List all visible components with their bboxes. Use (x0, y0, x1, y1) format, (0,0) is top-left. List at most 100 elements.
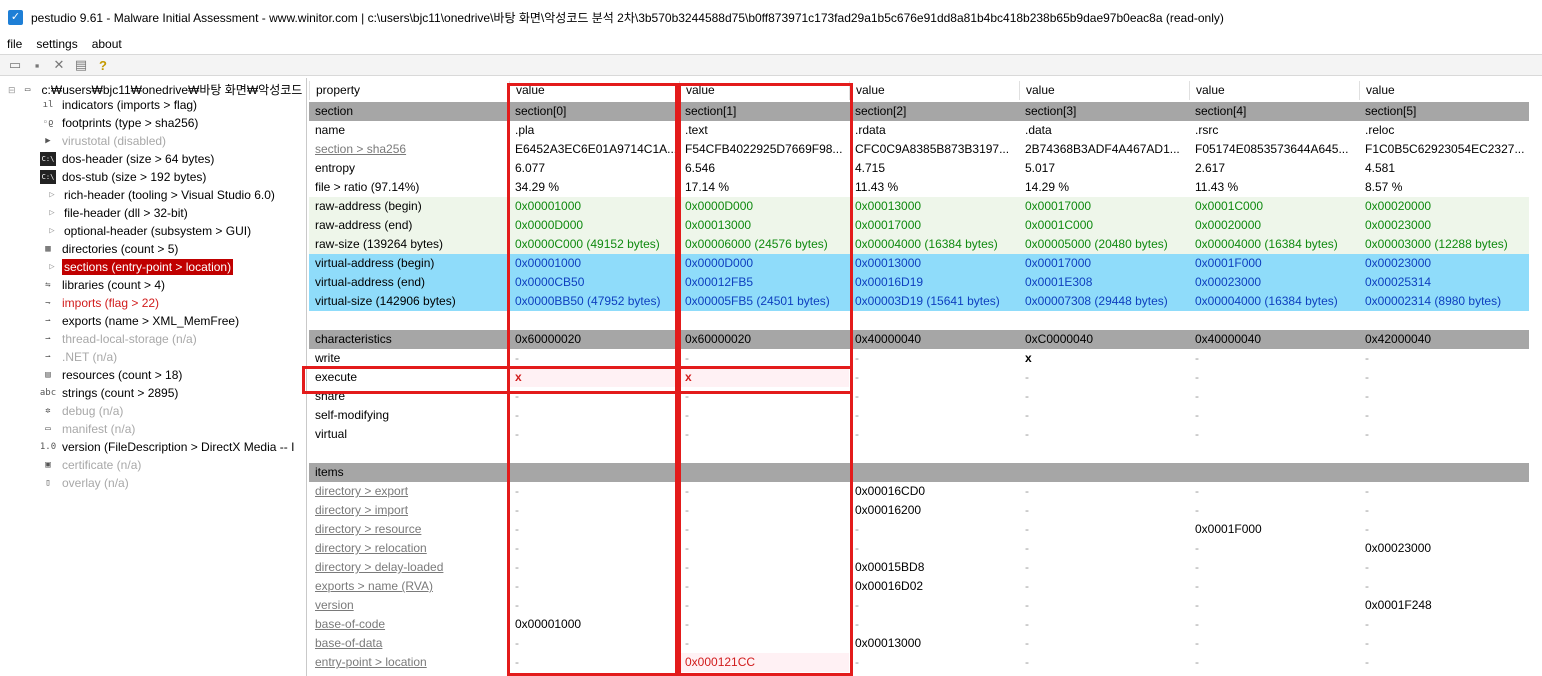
tree-item[interactable]: 1.0 version (FileDescription > DirectX Me… (40, 438, 296, 456)
table-row[interactable] (309, 444, 1529, 463)
row-value: 0x00001000 (509, 197, 679, 216)
tree-item[interactable]: ▷ rich-header (tooling > Visual Studio 6.… (46, 186, 277, 204)
table-row[interactable]: raw-address (end) 0x0000D000 0x00013000 0x0… (309, 216, 1529, 235)
table-row[interactable]: self-modifying - - - - - - (309, 406, 1529, 425)
table-row[interactable]: exports > name (RVA) - - 0x00016D02 - - - (309, 577, 1529, 596)
tree-item[interactable]: C:\ dos-stub (size > 192 bytes) (40, 168, 208, 186)
row-value: - (855, 541, 859, 555)
manifest-icon: ▭ (45, 424, 51, 434)
open-folder-icon[interactable]: ▭ (4, 55, 26, 75)
column-header-value: value (1189, 81, 1359, 100)
table-row[interactable]: raw-size (139264 bytes) 0x0000C000 (49152… (309, 235, 1529, 254)
table-row[interactable]: characteristics 0x60000020 0x60000020 0x400… (309, 330, 1529, 349)
table-header[interactable]: property value value value value value value (309, 81, 1529, 100)
table-row[interactable]: virtual-size (142906 bytes) 0x0000BB50 (4… (309, 292, 1529, 311)
overlay-icon: ▯ (45, 478, 51, 488)
row-value: section[4] (1189, 102, 1359, 121)
row-value: 0x0000C000 (49152 bytes) (509, 235, 679, 254)
table-row[interactable]: file > ratio (97.14%) 34.29 % 17.14 % 11.43… (309, 178, 1529, 197)
expand-icon[interactable]: ▷ (46, 206, 58, 220)
tree-item[interactable]: ▤ resources (count > 18) (40, 366, 184, 384)
tree-item[interactable]: ▶ virustotal (disabled) (40, 132, 168, 150)
row-value: F05174E0853573644A645... (1195, 142, 1349, 156)
table-row[interactable]: raw-address (begin) 0x00001000 0x0000D000 0… (309, 197, 1529, 216)
tree-item[interactable]: ✲ debug (n/a) (40, 402, 125, 420)
table-row[interactable]: write - - - x - - (309, 349, 1529, 368)
table-row[interactable]: directory > import - - 0x00016200 - - - (309, 501, 1529, 520)
row-value: 0x00012FB5 (679, 273, 849, 292)
close-icon[interactable]: ✕ (48, 55, 70, 75)
table-row[interactable]: name .pla .text .rdata .data .rsrc .reloc (309, 121, 1529, 140)
row-value: - (1025, 655, 1029, 669)
table-row[interactable]: base-of-data - - 0x00013000 - - - (309, 634, 1529, 653)
help-icon[interactable]: ? (92, 55, 114, 75)
expand-icon[interactable]: ▷ (46, 260, 58, 274)
row-value: 0x00004000 (16384 bytes) (849, 235, 1019, 254)
row-value: - (515, 636, 519, 650)
row-value: 14.29 % (1025, 180, 1070, 194)
tree-item[interactable]: ▣ certificate (n/a) (40, 456, 143, 474)
tree-item[interactable]: ▭ manifest (n/a) (40, 420, 137, 438)
table-row[interactable]: base-of-code 0x00001000 - - - - - (309, 615, 1529, 634)
table-row[interactable]: entropy 6.077 6.546 4.715 5.017 2.617 4.581 (309, 159, 1529, 178)
table-row[interactable]: version - - - - - 0x0001F248 (309, 596, 1529, 615)
tree-item[interactable]: ◦ϱ footprints (type > sha256) (40, 114, 200, 132)
table-row[interactable]: entry-point > location -0x000121CC - - - - (309, 653, 1529, 672)
row-value: 6.077 (515, 161, 546, 175)
tree-item[interactable]: ⇀ exports (name > XML_MemFree) (40, 312, 241, 330)
tree-item[interactable]: abc strings (count > 2895) (40, 384, 180, 402)
table-row[interactable]: virtual - - - - - - (309, 425, 1529, 444)
table-row[interactable]: directory > relocation - - - - - 0x00023000 (309, 539, 1529, 558)
row-property: version (315, 598, 354, 612)
tree-item-label: libraries (count > 4) (62, 278, 166, 292)
tree-item[interactable]: ▷ sections (entry-point > location) (46, 258, 234, 276)
table-row[interactable]: virtual-address (end) 0x0000CB50 0x00012FB… (309, 273, 1529, 292)
bars-icon: ıl (42, 100, 54, 110)
row-value: - (515, 522, 519, 536)
expand-icon[interactable]: ▷ (46, 188, 58, 202)
row-value: - (1195, 427, 1199, 441)
table-row[interactable]: section section[0] section[1] section[2] sec… (309, 102, 1529, 121)
tree-item[interactable]: ıl indicators (imports > flag) (40, 96, 199, 114)
tree-item-label: overlay (n/a) (62, 476, 129, 490)
menu-about[interactable]: about (85, 37, 129, 51)
document-icon[interactable]: ▤ (70, 55, 92, 75)
tree-item[interactable]: ⇀ .NET (n/a) (40, 348, 119, 366)
table-row[interactable]: share - - - - - - (309, 387, 1529, 406)
table-row[interactable]: directory > resource - - - - 0x0001F000 - (309, 520, 1529, 539)
table-row[interactable]: execute x x - - - - (309, 368, 1529, 387)
table-row[interactable] (309, 311, 1529, 330)
tree-item[interactable]: ▯ overlay (n/a) (40, 474, 131, 492)
tree-item[interactable]: ⇋ libraries (count > 4) (40, 276, 167, 294)
row-property: virtual-address (begin) (309, 254, 509, 273)
menu-settings[interactable]: settings (29, 37, 84, 51)
tree-item[interactable]: ⇁ imports (flag > 22) (40, 294, 161, 312)
row-value: 0x00013000 (679, 216, 849, 235)
tree-item[interactable]: ▷ optional-header (subsystem > GUI) (46, 222, 253, 240)
row-value: - (685, 484, 689, 498)
table-row[interactable]: directory > delay-loaded - - 0x00015BD8 - - - (309, 558, 1529, 577)
collapse-icon[interactable]: ⊟ (8, 85, 16, 96)
menu-bar: file settings about (0, 34, 1542, 53)
table-row[interactable]: directory > export - - 0x00016CD0 - - - (309, 482, 1529, 501)
menu-file[interactable]: file (0, 37, 29, 51)
row-property: directory > resource (315, 522, 422, 536)
tree-item[interactable]: ▦ directories (count > 5) (40, 240, 180, 258)
row-value (1189, 311, 1359, 330)
row-value: 0x00005FB5 (24501 bytes) (679, 292, 849, 311)
tree-item[interactable]: ⇀ thread-local-storage (n/a) (40, 330, 199, 348)
tree-item[interactable]: ▷ file-header (dll > 32-bit) (46, 204, 190, 222)
table-row[interactable]: section > sha256 E6452A3EC6E01A9714C1A...… (309, 140, 1529, 159)
row-value: - (515, 655, 519, 669)
row-value: - (515, 598, 519, 612)
row-value: - (1365, 503, 1369, 517)
row-value (679, 463, 849, 482)
row-value: - (855, 351, 859, 365)
tree-item[interactable]: C:\ dos-header (size > 64 bytes) (40, 150, 216, 168)
expand-icon[interactable]: ▷ (46, 224, 58, 238)
table-row[interactable]: virtual-address (begin) 0x00001000 0x0000D… (309, 254, 1529, 273)
tree-item-label: dos-stub (size > 192 bytes) (62, 170, 207, 184)
row-value: - (685, 598, 689, 612)
table-row[interactable]: items (309, 463, 1529, 482)
save-icon[interactable]: ▪ (26, 55, 48, 75)
